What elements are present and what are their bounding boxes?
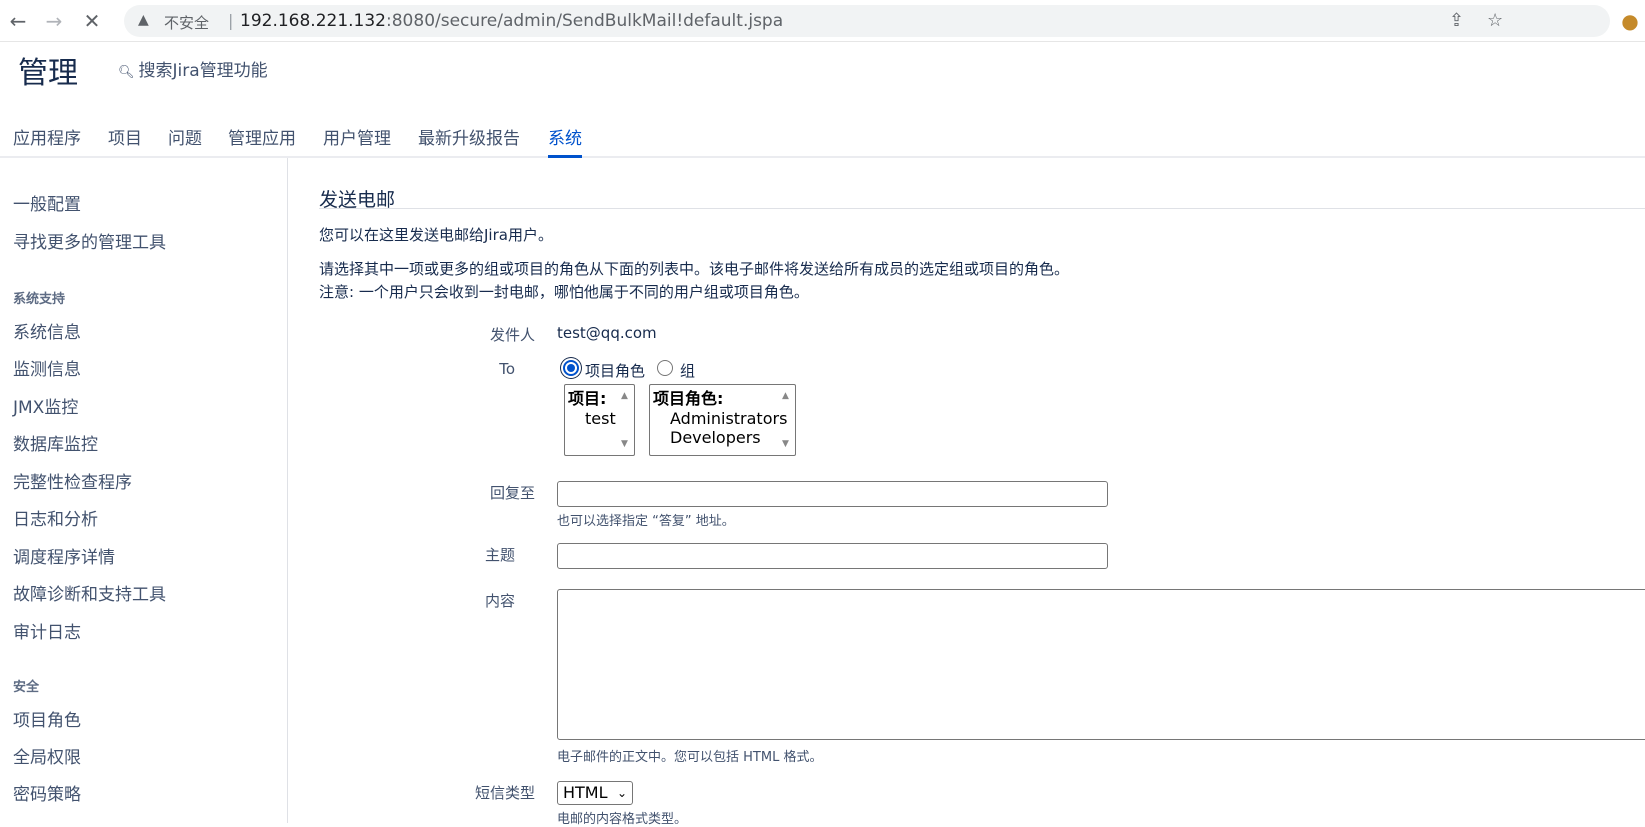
admin-search[interactable]: 🔍︎ 搜索Jira管理功能 (118, 56, 268, 81)
projects-listbox[interactable]: 项目: test ▲ ▼ (564, 384, 635, 456)
tab-projects[interactable]: 项目 (108, 124, 142, 158)
instruction-text: 请选择其中一项或更多的组或项目的角色从下面的列表中。该电子邮件将发送给所有成员的… (319, 260, 1070, 278)
sidebar-item-audit-log[interactable]: 审计日志 (13, 618, 81, 643)
intro-text: 您可以在这里发送电邮给Jira用户。 (319, 226, 553, 244)
body-hint: 电子邮件的正文中。您可以包括 HTML 格式。 (557, 750, 823, 765)
subject-label: 主题 (484, 546, 515, 564)
tab-upgrade-report[interactable]: 最新升级报告 (418, 124, 520, 158)
page-title: 管理 (18, 56, 78, 91)
from-label: 发件人 (489, 326, 535, 344)
body-textarea[interactable] (557, 589, 1645, 740)
sidebar-item-general-config[interactable]: 一般配置 (13, 190, 81, 215)
message-type-select[interactable]: HTML ⌄ (557, 781, 633, 805)
sidebar-item-project-roles[interactable]: 项目角色 (13, 706, 81, 731)
main-content: 发送电邮 您可以在这里发送电邮给Jira用户。 请选择其中一项或更多的组或项目的… (289, 158, 1645, 827)
tab-manage-apps[interactable]: 管理应用 (228, 124, 296, 158)
reply-to-input[interactable] (557, 481, 1108, 507)
radio-group[interactable] (657, 360, 673, 376)
admin-tabs: 应用程序 项目 问题 管理应用 用户管理 最新升级报告 系统 (0, 120, 1645, 158)
from-value: test@qq.com (557, 324, 657, 342)
share-icon[interactable]: ⇪ (1449, 10, 1464, 31)
role-option[interactable]: Administrators (650, 409, 795, 428)
message-type-hint: 电邮的内容格式类型。 (557, 812, 688, 827)
message-type-value: HTML (563, 783, 608, 802)
insecure-label: 不安全 (164, 14, 210, 32)
sidebar-item-db-monitoring[interactable]: 数据库监控 (13, 430, 98, 455)
body-label: 内容 (484, 592, 515, 610)
role-option[interactable]: Developers (650, 428, 795, 447)
heading-divider (319, 208, 1645, 209)
sidebar-item-jmx[interactable]: JMX监控 (13, 393, 78, 418)
extension-cookie-icon[interactable]: ● (1618, 9, 1642, 33)
roles-scrollbar[interactable]: ▲ ▼ (779, 385, 795, 455)
browser-toolbar: ← → ✕ ▲ 不安全 | 192.168.221.132:8080/secur… (0, 0, 1645, 42)
roles-listbox[interactable]: 项目角色: Administrators Developers ▲ ▼ (649, 384, 796, 456)
sidebar-item-password-policy[interactable]: 密码策略 (13, 780, 81, 805)
sidebar-section-system-support: 系统支持 (13, 292, 66, 307)
reply-to-hint: 也可以选择指定 “答复” 地址。 (557, 514, 735, 529)
tab-system[interactable]: 系统 (548, 124, 582, 158)
sidebar-item-troubleshooting[interactable]: 故障诊断和支持工具 (13, 580, 166, 605)
sidebar-item-global-permissions[interactable]: 全局权限 (13, 743, 81, 768)
back-arrow-icon[interactable]: ← (6, 9, 30, 33)
url-separator: | (228, 11, 234, 30)
message-type-label: 短信类型 (474, 784, 535, 802)
projects-scrollbar[interactable]: ▲ ▼ (618, 385, 634, 455)
address-bar[interactable]: ▲ 不安全 | 192.168.221.132:8080/secure/admi… (124, 5, 1610, 37)
sidebar-item-integrity-checker[interactable]: 完整性检查程序 (13, 468, 132, 493)
roles-header: 项目角色: (653, 389, 724, 408)
sidebar: 一般配置 寻找更多的管理工具 系统支持 系统信息 监测信息 JMX监控 数据库监… (0, 158, 288, 823)
tab-applications[interactable]: 应用程序 (13, 124, 81, 158)
scroll-down-icon[interactable]: ▼ (621, 439, 628, 449)
bookmark-star-icon[interactable]: ☆ (1487, 10, 1503, 31)
tab-user-management[interactable]: 用户管理 (323, 124, 391, 158)
radio-project-role[interactable] (563, 360, 579, 376)
tab-issues[interactable]: 问题 (168, 124, 202, 158)
radio-group-label: 组 (680, 362, 696, 380)
sidebar-item-monitoring[interactable]: 监测信息 (13, 355, 81, 380)
chevron-down-icon: ⌄ (616, 786, 627, 800)
sidebar-item-more-admin-tools[interactable]: 寻找更多的管理工具 (13, 228, 166, 253)
sidebar-item-logging[interactable]: 日志和分析 (13, 505, 98, 530)
url-text[interactable]: 192.168.221.132:8080/secure/admin/SendBu… (240, 11, 783, 31)
note-text: 注意: 一个用户只会收到一封电邮，哪怕他属于不同的用户组或项目角色。 (319, 283, 809, 301)
radio-project-role-label: 项目角色 (585, 362, 646, 380)
reply-to-label: 回复至 (489, 484, 535, 502)
to-label: To (499, 360, 515, 378)
sidebar-item-scheduler[interactable]: 调度程序详情 (13, 543, 115, 568)
admin-search-placeholder: 搜索Jira管理功能 (138, 61, 268, 81)
search-icon: 🔍︎ (118, 65, 135, 80)
subject-input[interactable] (557, 543, 1108, 569)
scroll-up-icon[interactable]: ▲ (621, 391, 628, 401)
warning-icon: ▲ (138, 12, 149, 28)
scroll-up-icon[interactable]: ▲ (782, 391, 789, 401)
forward-arrow-icon[interactable]: → (42, 9, 66, 33)
sidebar-item-system-info[interactable]: 系统信息 (13, 318, 81, 343)
scroll-down-icon[interactable]: ▼ (782, 439, 789, 449)
sidebar-section-security: 安全 (13, 680, 40, 695)
stop-loading-icon[interactable]: ✕ (80, 9, 104, 33)
